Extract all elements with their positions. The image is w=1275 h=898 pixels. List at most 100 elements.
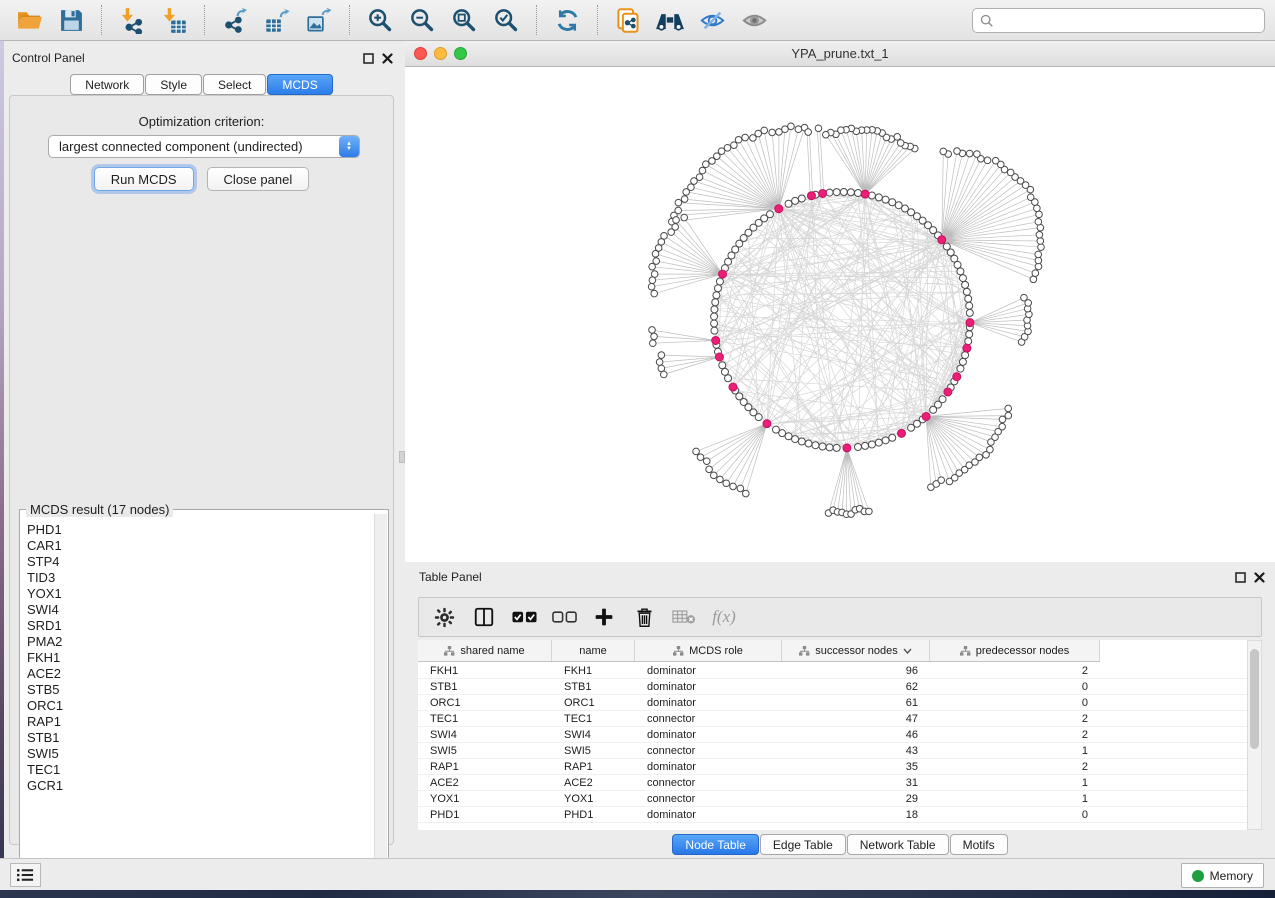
run-mcds-button[interactable]: Run MCDS xyxy=(94,167,194,191)
column-header-shared-name[interactable]: shared name xyxy=(418,640,552,661)
column-header-name[interactable]: name xyxy=(552,640,635,661)
table-cell-shared_name: SWI4 xyxy=(418,727,552,742)
deselect-all-rows-icon[interactable] xyxy=(551,604,577,630)
export-network-icon[interactable] xyxy=(220,5,250,35)
table-row[interactable]: SWI4SWI4dominator462 xyxy=(418,727,1247,743)
select-stepper-icon: ▲▼ xyxy=(339,136,359,157)
export-image-icon[interactable] xyxy=(304,5,334,35)
open-file-icon[interactable] xyxy=(14,5,44,35)
column-header-MCDS-role[interactable]: MCDS role xyxy=(635,640,782,661)
mcds-result-item[interactable]: YOX1 xyxy=(27,586,370,602)
task-history-button[interactable] xyxy=(10,863,41,887)
import-network-icon[interactable] xyxy=(117,5,147,35)
column-header-successor-nodes[interactable]: successor nodes xyxy=(782,640,930,661)
table-row[interactable]: FKH1FKH1dominator962 xyxy=(418,663,1247,679)
tab-node-table[interactable]: Node Table xyxy=(672,834,759,855)
tab-edge-table[interactable]: Edge Table xyxy=(760,834,846,855)
show-all-eye-icon[interactable] xyxy=(739,5,769,35)
table-cell-mcds_role: dominator xyxy=(635,679,782,694)
network-canvas[interactable] xyxy=(405,68,1274,560)
table-cell-name: YOX1 xyxy=(552,791,635,806)
table-cell-shared_name: ACE2 xyxy=(418,775,552,790)
table-options-gear-icon[interactable] xyxy=(431,604,457,630)
save-session-icon[interactable] xyxy=(56,5,86,35)
tab-motifs[interactable]: Motifs xyxy=(950,834,1008,855)
zoom-in-icon[interactable] xyxy=(365,5,395,35)
mcds-result-item[interactable]: ACE2 xyxy=(27,666,370,682)
tab-network-table[interactable]: Network Table xyxy=(847,834,949,855)
mcds-result-item[interactable]: ORC1 xyxy=(27,698,370,714)
table-cell-mcds_role: connector xyxy=(635,743,782,758)
memory-button[interactable]: Memory xyxy=(1181,863,1264,888)
mcds-result-item[interactable]: SWI4 xyxy=(27,602,370,618)
close-panel-icon[interactable] xyxy=(382,53,393,64)
table-scrollbar-thumb[interactable] xyxy=(1250,649,1259,749)
mcds-result-item[interactable]: STB5 xyxy=(27,682,370,698)
table-row[interactable]: TEC1TEC1connector472 xyxy=(418,711,1247,727)
network-title: YPA_prune.txt_1 xyxy=(405,46,1275,61)
mcds-result-item[interactable]: PMA2 xyxy=(27,634,370,650)
tab-mcds[interactable]: MCDS xyxy=(267,74,332,95)
search-input[interactable] xyxy=(999,14,1257,28)
table-cell-successor_nodes: 96 xyxy=(782,663,930,678)
mcds-result-item[interactable]: SRD1 xyxy=(27,618,370,634)
clone-network-icon[interactable] xyxy=(613,5,643,35)
mcds-result-item[interactable]: TID3 xyxy=(27,570,370,586)
fit-selected-icon[interactable] xyxy=(491,5,521,35)
search-network-icon[interactable] xyxy=(655,5,685,35)
select-all-rows-icon[interactable] xyxy=(511,604,537,630)
mcds-result-item[interactable]: SWI5 xyxy=(27,746,370,762)
table-cell-mcds_role: dominator xyxy=(635,695,782,710)
mcds-result-item[interactable]: RAP1 xyxy=(27,714,370,730)
table-panel-title: Table Panel xyxy=(419,570,482,584)
table-row[interactable]: RAP1RAP1dominator352 xyxy=(418,759,1247,775)
table-row[interactable]: YOX1YOX1connector291 xyxy=(418,791,1247,807)
float-table-panel-icon[interactable] xyxy=(1235,572,1246,583)
table-row[interactable]: PHD1PHD1dominator180 xyxy=(418,807,1247,823)
node-table[interactable]: shared namenameMCDS rolesuccessor nodesp… xyxy=(418,640,1247,830)
close-table-panel-icon[interactable] xyxy=(1254,572,1265,583)
export-table-icon[interactable] xyxy=(262,5,292,35)
table-row[interactable]: SWI5SWI5connector431 xyxy=(418,743,1247,759)
toolbar-separator xyxy=(204,5,205,35)
tab-style[interactable]: Style xyxy=(145,74,202,95)
network-graph[interactable] xyxy=(405,68,1274,560)
float-panel-icon[interactable] xyxy=(363,53,374,64)
table-cell-predecessor_nodes: 0 xyxy=(930,695,1100,710)
tab-select[interactable]: Select xyxy=(203,74,266,95)
table-row[interactable]: ACE2ACE2connector311 xyxy=(418,775,1247,791)
table-cell-successor_nodes: 61 xyxy=(782,695,930,710)
mcds-result-item[interactable]: FKH1 xyxy=(27,650,370,666)
table-row[interactable]: STB1STB1dominator620 xyxy=(418,679,1247,695)
mcds-result-item[interactable]: GCR1 xyxy=(27,778,370,794)
zoom-out-icon[interactable] xyxy=(407,5,437,35)
mcds-result-item[interactable]: PHD1 xyxy=(27,522,370,538)
network-titlebar: YPA_prune.txt_1 xyxy=(405,41,1275,67)
table-panel: Table Panel f(x) shared namenameMCDS rol… xyxy=(405,563,1275,858)
criterion-select[interactable]: largest connected component (undirected)… xyxy=(48,135,360,158)
table-cell-mcds_role: connector xyxy=(635,775,782,790)
mcds-result-item[interactable]: STB1 xyxy=(27,730,370,746)
table-cell-mcds_role: dominator xyxy=(635,663,782,678)
import-table-icon[interactable] xyxy=(159,5,189,35)
mcds-result-item[interactable]: TEC1 xyxy=(27,762,370,778)
delete-selected-icon[interactable] xyxy=(631,604,657,630)
table-row[interactable]: ORC1ORC1dominator610 xyxy=(418,695,1247,711)
table-cell-predecessor_nodes: 2 xyxy=(930,711,1100,726)
refresh-view-icon[interactable] xyxy=(552,5,582,35)
mcds-result-item[interactable]: STP4 xyxy=(27,554,370,570)
mcds-result-scrollbar[interactable] xyxy=(374,514,387,877)
function-builder-icon: f(x) xyxy=(711,604,737,630)
mcds-result-item[interactable]: CAR1 xyxy=(27,538,370,554)
show-columns-icon[interactable] xyxy=(471,604,497,630)
add-column-icon[interactable] xyxy=(591,604,617,630)
hide-selected-eye-icon[interactable] xyxy=(697,5,727,35)
close-panel-button[interactable]: Close panel xyxy=(207,167,310,191)
tab-network[interactable]: Network xyxy=(70,74,144,95)
column-header-predecessor-nodes[interactable]: predecessor nodes xyxy=(930,640,1100,661)
fit-content-icon[interactable] xyxy=(449,5,479,35)
table-scrollbar[interactable] xyxy=(1247,640,1262,830)
table-cell-predecessor_nodes: 1 xyxy=(930,743,1100,758)
toolbar-search[interactable] xyxy=(972,8,1265,33)
table-cell-predecessor_nodes: 0 xyxy=(930,679,1100,694)
